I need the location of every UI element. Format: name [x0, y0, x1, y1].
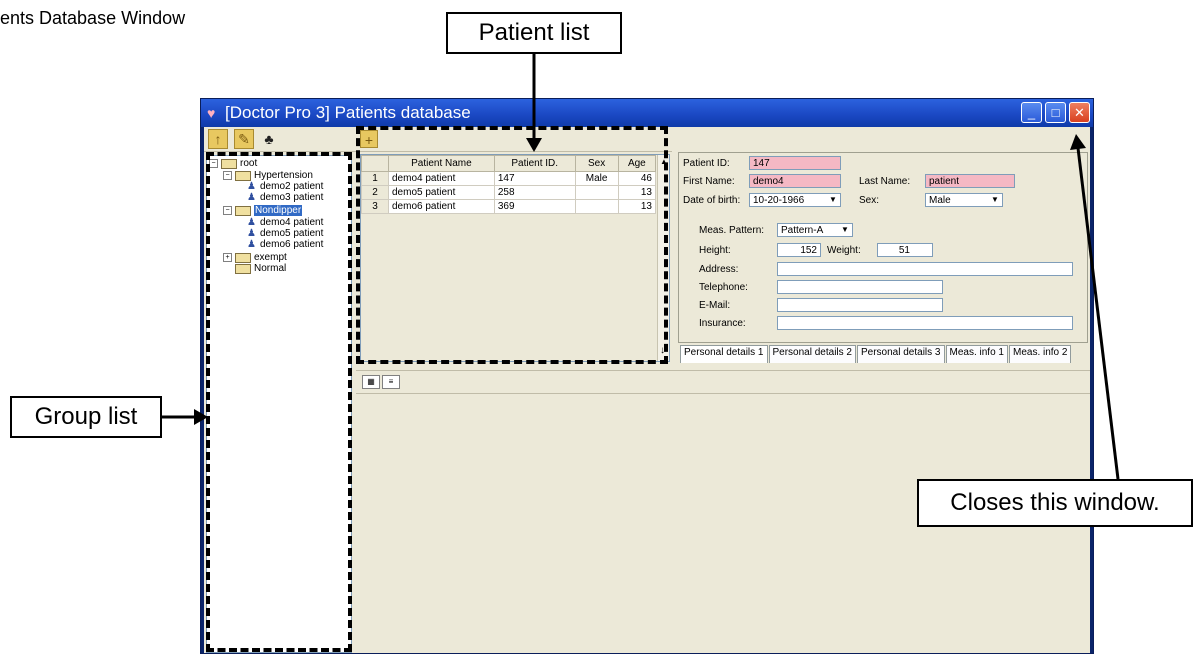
- close-arrowhead: [1070, 134, 1086, 150]
- patient-list-arrowhead: [526, 138, 542, 152]
- group-list-arrowhead: [194, 409, 208, 425]
- close-arrow: [1076, 147, 1120, 480]
- callout-arrows: [162, 54, 1120, 480]
